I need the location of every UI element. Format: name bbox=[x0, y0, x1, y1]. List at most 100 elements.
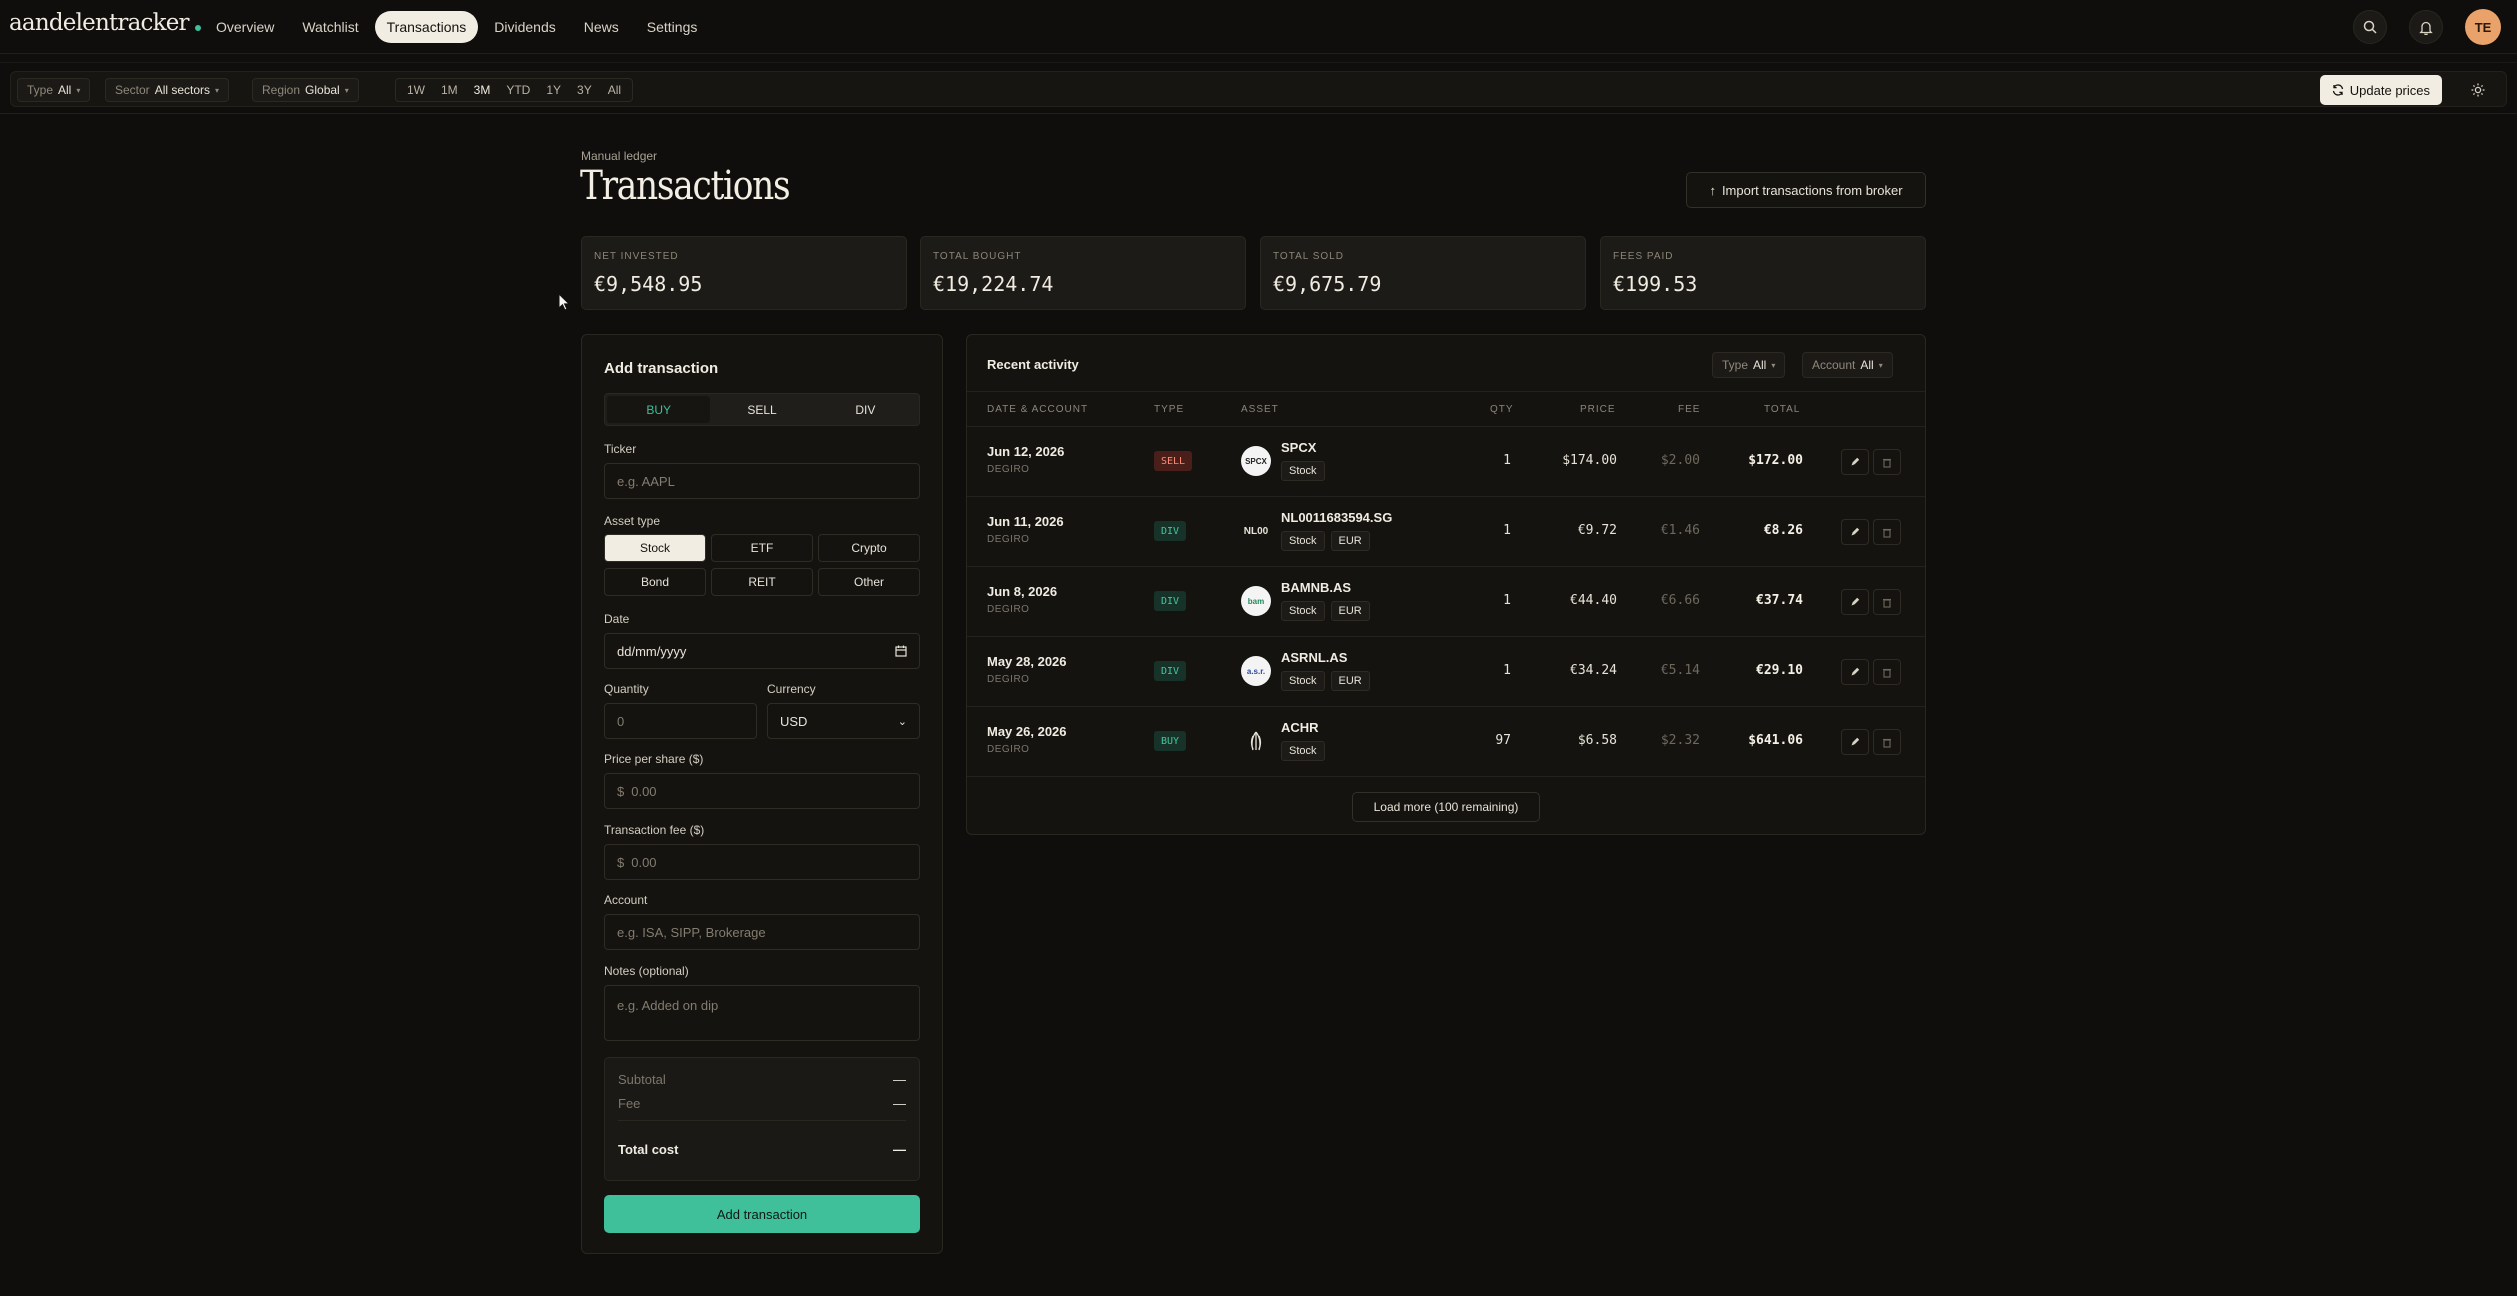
recent-activity-panel: Recent activity Type All ▾ Account All ▾… bbox=[966, 334, 1926, 835]
delete-button[interactable] bbox=[1873, 729, 1901, 755]
row-price: $174.00 bbox=[1562, 453, 1617, 468]
account-input[interactable]: e.g. ISA, SIPP, Brokerage bbox=[604, 914, 920, 950]
nav-watchlist[interactable]: Watchlist bbox=[290, 11, 370, 43]
subtotal-label: Subtotal bbox=[618, 1072, 666, 1087]
activity-account-filter[interactable]: Account All ▾ bbox=[1802, 352, 1893, 378]
table-row[interactable]: Jun 11, 2026 DEGIRO DIV NL00 NL001168359… bbox=[967, 497, 1925, 567]
app-logo[interactable]: aandelentracker bbox=[9, 10, 201, 36]
range-3y[interactable]: 3Y bbox=[570, 80, 599, 100]
fee-placeholder: 0.00 bbox=[631, 854, 657, 870]
col-date-account: DATE & ACCOUNT bbox=[987, 404, 1089, 415]
delete-button[interactable] bbox=[1873, 519, 1901, 545]
range-ytd[interactable]: YTD bbox=[499, 80, 537, 100]
asset-ticker[interactable]: NL0011683594.SG bbox=[1281, 510, 1392, 525]
asset-tag: Stock bbox=[1281, 671, 1325, 691]
asset-type-other[interactable]: Other bbox=[818, 568, 920, 596]
nav-dividends[interactable]: Dividends bbox=[482, 11, 567, 43]
row-date: Jun 8, 2026 bbox=[987, 584, 1058, 599]
currency-select[interactable]: USD ⌄ bbox=[767, 703, 920, 739]
type-badge: DIV bbox=[1154, 661, 1187, 681]
range-1y[interactable]: 1Y bbox=[539, 80, 568, 100]
app-name: aandelentracker bbox=[9, 10, 190, 36]
search-button[interactable] bbox=[2353, 10, 2387, 44]
table-row[interactable]: Jun 12, 2026 DEGIRO SELL SPCX SPCX Stock… bbox=[967, 427, 1925, 497]
sector-filter[interactable]: Sector All sectors ▾ bbox=[105, 78, 230, 102]
bell-icon bbox=[2419, 21, 2433, 35]
add-transaction-button[interactable]: Add transaction bbox=[604, 1195, 920, 1233]
edit-button[interactable] bbox=[1841, 589, 1869, 615]
delete-button[interactable] bbox=[1873, 449, 1901, 475]
range-1w[interactable]: 1W bbox=[400, 80, 432, 100]
update-prices-label: Update prices bbox=[2349, 82, 2430, 98]
edit-button[interactable] bbox=[1841, 449, 1869, 475]
row-total: $641.06 bbox=[1748, 733, 1803, 748]
table-row[interactable]: Jun 8, 2026 DEGIRO DIV bam BAMNB.AS Stoc… bbox=[967, 567, 1925, 637]
asset-ticker[interactable]: SPCX bbox=[1281, 440, 1316, 455]
stat-label: NET INVESTED bbox=[594, 251, 679, 262]
theme-toggle[interactable] bbox=[2464, 77, 2492, 103]
fee-summary-label: Fee bbox=[618, 1096, 641, 1111]
edit-button[interactable] bbox=[1841, 519, 1869, 545]
user-avatar[interactable]: TE bbox=[2465, 9, 2501, 45]
asset-type-reit[interactable]: REIT bbox=[711, 568, 813, 596]
nav-links: Overview Watchlist Transactions Dividend… bbox=[204, 11, 709, 43]
subtotal-row: Subtotal — bbox=[618, 1072, 906, 1087]
mode-div[interactable]: DIV bbox=[814, 396, 917, 423]
asset-type-stock[interactable]: Stock bbox=[604, 534, 706, 562]
asset-type-etf[interactable]: ETF bbox=[711, 534, 813, 562]
asset-ticker[interactable]: BAMNB.AS bbox=[1281, 580, 1351, 595]
row-account: DEGIRO bbox=[987, 744, 1030, 755]
region-filter[interactable]: Region Global ▾ bbox=[252, 78, 359, 102]
asset-type-bond[interactable]: Bond bbox=[604, 568, 706, 596]
date-input[interactable]: dd/mm/yyyy bbox=[604, 633, 920, 669]
asset-ticker[interactable]: ACHR bbox=[1281, 720, 1319, 735]
nav-overview[interactable]: Overview bbox=[204, 11, 286, 43]
edit-button[interactable] bbox=[1841, 659, 1869, 685]
range-3m[interactable]: 3M bbox=[467, 80, 498, 100]
table-row[interactable]: May 26, 2026 DEGIRO BUY ACHR Stock 97 $6… bbox=[967, 707, 1925, 777]
currency-tag: EUR bbox=[1330, 671, 1370, 691]
fee-input[interactable]: $ 0.00 bbox=[604, 844, 920, 880]
calendar-icon bbox=[895, 645, 907, 657]
type-filter[interactable]: Type All ▾ bbox=[17, 78, 91, 102]
range-all[interactable]: All bbox=[601, 80, 628, 100]
row-price: $6.58 bbox=[1577, 733, 1617, 748]
mouse-cursor-icon bbox=[558, 293, 570, 311]
nav-settings[interactable]: Settings bbox=[635, 11, 710, 43]
delete-button[interactable] bbox=[1873, 659, 1901, 685]
mode-buy[interactable]: BUY bbox=[607, 396, 711, 423]
activity-type-filter[interactable]: Type All ▾ bbox=[1712, 352, 1786, 378]
ticker-label: Ticker bbox=[604, 442, 637, 456]
edit-button[interactable] bbox=[1841, 729, 1869, 755]
activity-account-label: Account bbox=[1812, 358, 1856, 372]
delete-button[interactable] bbox=[1873, 589, 1901, 615]
quantity-input[interactable]: 0 bbox=[604, 703, 757, 739]
asset-ticker[interactable]: ASRNL.AS bbox=[1281, 650, 1347, 665]
row-date: Jun 12, 2026 bbox=[987, 444, 1065, 459]
mode-sell[interactable]: SELL bbox=[710, 396, 813, 423]
nav-transactions[interactable]: Transactions bbox=[374, 11, 479, 43]
ticker-input[interactable]: e.g. AAPL bbox=[604, 463, 920, 499]
notifications-button[interactable] bbox=[2409, 10, 2443, 44]
nav-news[interactable]: News bbox=[572, 11, 631, 43]
type-badge: DIV bbox=[1154, 591, 1187, 611]
asset-logo: NL00 bbox=[1241, 516, 1271, 546]
chevron-down-icon: ▾ bbox=[1878, 360, 1883, 370]
col-price: PRICE bbox=[1580, 404, 1616, 415]
update-prices-button[interactable]: Update prices bbox=[2319, 75, 2442, 105]
stat-value: €19,224.74 bbox=[933, 272, 1054, 296]
type-badge: SELL bbox=[1154, 451, 1193, 471]
asset-type-crypto[interactable]: Crypto bbox=[818, 534, 920, 562]
import-button[interactable]: ↑ Import transactions from broker bbox=[1686, 172, 1926, 208]
table-row[interactable]: May 28, 2026 DEGIRO DIV a.s.r. ASRNL.AS … bbox=[967, 637, 1925, 707]
activity-account-value: All bbox=[1860, 358, 1874, 372]
asset-tags: Stock bbox=[1281, 741, 1325, 761]
import-button-label: Import transactions from broker bbox=[1721, 182, 1903, 198]
activity-type-value: All bbox=[1753, 358, 1767, 372]
load-more-button[interactable]: Load more (100 remaining) bbox=[1352, 792, 1540, 822]
price-input[interactable]: $ 0.00 bbox=[604, 773, 920, 809]
notes-label: Notes (optional) bbox=[604, 964, 689, 978]
page-eyebrow: Manual ledger bbox=[581, 149, 658, 163]
notes-textarea[interactable]: e.g. Added on dip bbox=[604, 985, 920, 1041]
range-1m[interactable]: 1M bbox=[434, 80, 465, 100]
